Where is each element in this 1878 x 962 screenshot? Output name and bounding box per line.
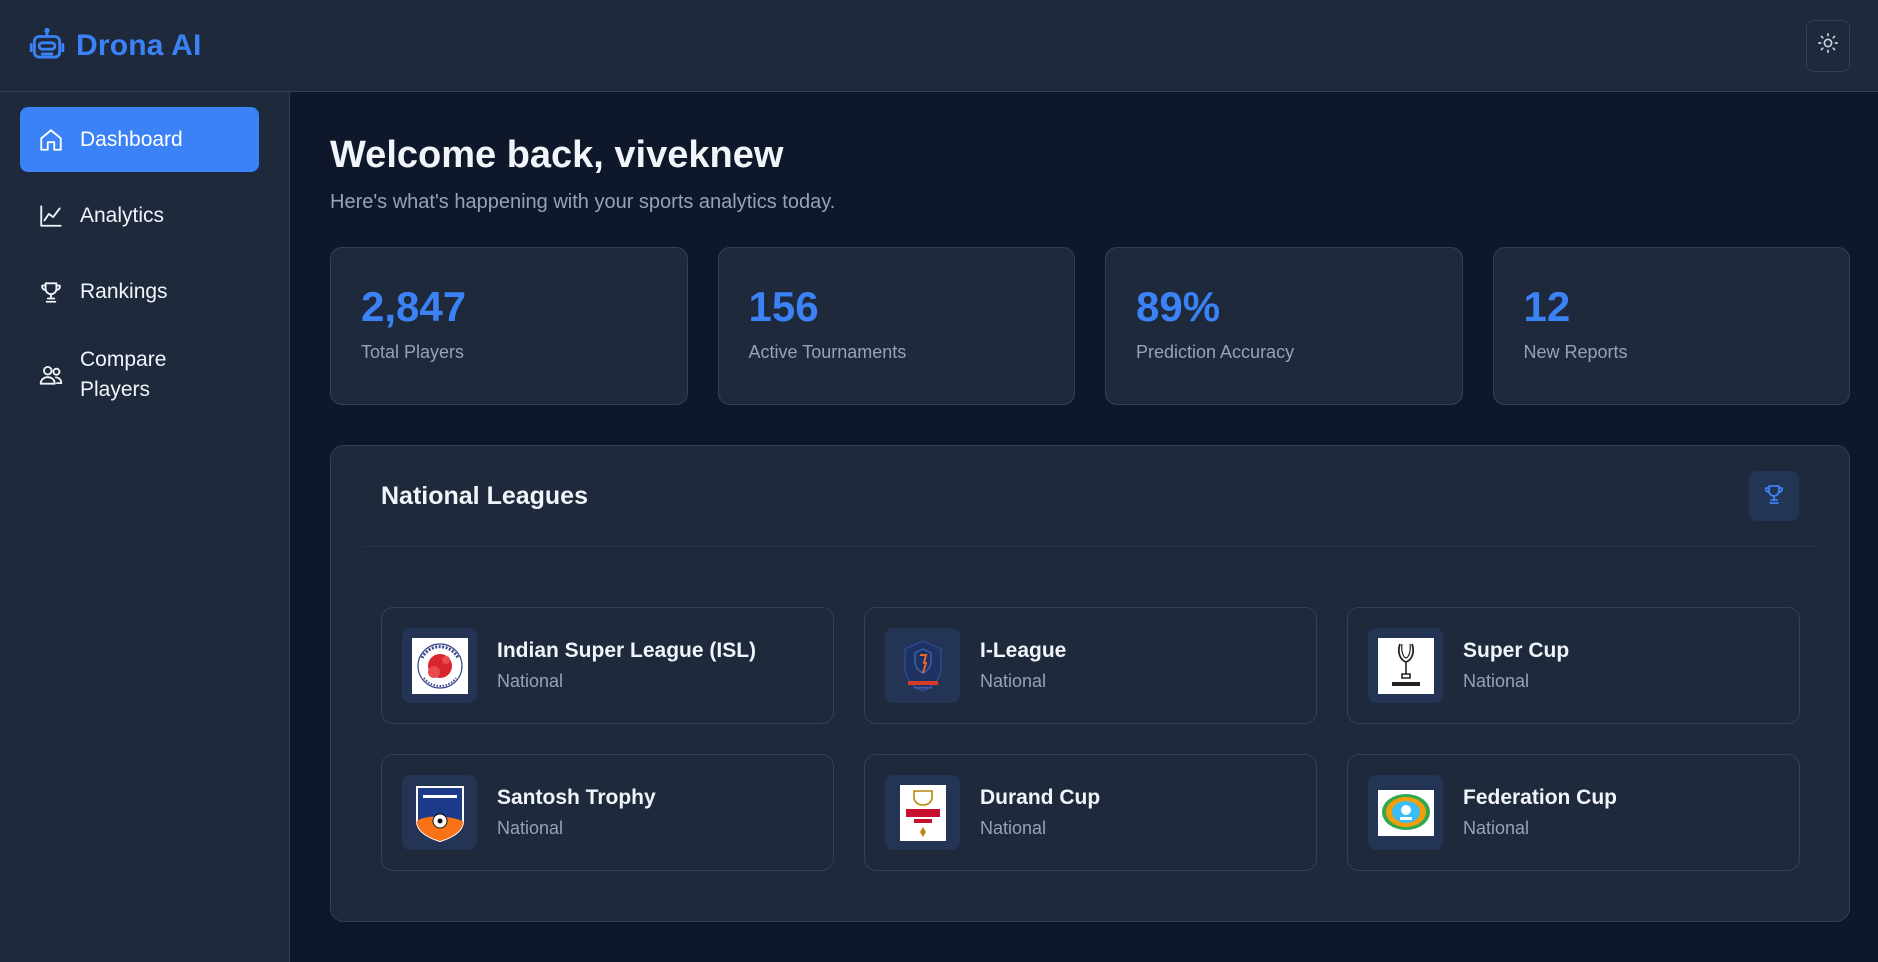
- league-name: Santosh Trophy: [497, 786, 656, 809]
- league-type: National: [980, 818, 1047, 838]
- league-type: National: [980, 671, 1047, 691]
- league-type: National: [1463, 671, 1530, 691]
- league-card-isl[interactable]: Indian Super League (ISL) National: [381, 607, 834, 724]
- league-card-durand-cup[interactable]: Durand Cup National: [864, 754, 1317, 871]
- isl-logo: [402, 628, 477, 703]
- panel-title: National Leagues: [381, 481, 588, 510]
- stat-value: 156: [748, 283, 819, 330]
- league-grid: Indian Super League (ISL) National I-Lea…: [381, 607, 1800, 871]
- line-chart-icon: [38, 203, 64, 229]
- super-cup-logo: [1368, 628, 1443, 703]
- stat-card-total-players: 2,847 Total Players: [330, 247, 688, 405]
- league-name: Durand Cup: [980, 786, 1101, 809]
- stat-value: 89%: [1136, 283, 1221, 330]
- brand[interactable]: Drona AI: [28, 27, 202, 65]
- league-card-santosh-trophy[interactable]: Santosh Trophy National: [381, 754, 834, 871]
- federation-cup-logo: [1368, 775, 1443, 850]
- league-card-federation-cup[interactable]: Federation Cup National: [1347, 754, 1800, 871]
- stats-row: 2,847 Total Players 156 Active Tournamen…: [330, 247, 1850, 405]
- sidebar-item-label: Dashboard: [80, 127, 183, 151]
- league-name: Federation Cup: [1463, 786, 1618, 809]
- durand-cup-logo: [885, 775, 960, 850]
- league-name: Super Cup: [1463, 639, 1570, 662]
- sidebar-item-dashboard[interactable]: Dashboard: [20, 107, 259, 172]
- i-league-logo: [885, 628, 960, 703]
- page-title: Welcome back, viveknew: [330, 134, 784, 176]
- sidebar-item-compare-players[interactable]: Compare Players: [20, 335, 259, 415]
- santosh-trophy-logo: [402, 775, 477, 850]
- home-icon: [38, 127, 64, 153]
- theme-toggle-button[interactable]: [1806, 19, 1850, 72]
- panel-header: National Leagues: [363, 446, 1817, 547]
- league-type: National: [497, 671, 564, 691]
- stat-label: Prediction Accuracy: [1136, 342, 1295, 362]
- sidebar: Dashboard Analytics Rankings Compare Pla…: [0, 92, 290, 962]
- stat-card-new-reports: 12 New Reports: [1492, 247, 1850, 405]
- league-type: National: [1463, 818, 1530, 838]
- robot-icon: [28, 27, 66, 65]
- main-content: Welcome back, viveknew Here's what's hap…: [330, 92, 1850, 962]
- national-leagues-panel: National Leagues Indian Super League (IS…: [330, 445, 1850, 922]
- league-name: Indian Super League (ISL): [497, 639, 757, 662]
- sidebar-item-label: Rankings: [80, 279, 168, 303]
- trophy-icon: [38, 279, 64, 305]
- sidebar-item-label: Analytics: [80, 203, 165, 227]
- page-subtitle: Here's what's happening with your sports…: [330, 191, 836, 213]
- league-type: National: [497, 818, 564, 838]
- users-icon: [38, 362, 64, 388]
- stat-value: 12: [1523, 283, 1571, 330]
- top-bar: Drona AI: [0, 0, 1878, 92]
- sun-icon: [1817, 32, 1839, 59]
- trophy-icon: [1762, 482, 1786, 511]
- league-card-super-cup[interactable]: Super Cup National: [1347, 607, 1800, 724]
- stat-card-active-tournaments: 156 Active Tournaments: [717, 247, 1075, 405]
- league-card-i-league[interactable]: I-League National: [864, 607, 1317, 724]
- sidebar-item-label: Compare Players: [80, 348, 167, 401]
- stat-label: Active Tournaments: [748, 342, 907, 362]
- stat-label: New Reports: [1523, 342, 1628, 362]
- leagues-trophy-button[interactable]: [1749, 471, 1799, 521]
- league-name: I-League: [980, 639, 1067, 662]
- stat-card-prediction-accuracy: 89% Prediction Accuracy: [1105, 247, 1463, 405]
- sidebar-item-analytics[interactable]: Analytics: [20, 183, 259, 248]
- stat-value: 2,847: [361, 283, 467, 330]
- sidebar-item-rankings[interactable]: Rankings: [20, 259, 259, 324]
- stat-label: Total Players: [361, 342, 465, 362]
- brand-name: Drona AI: [76, 28, 202, 62]
